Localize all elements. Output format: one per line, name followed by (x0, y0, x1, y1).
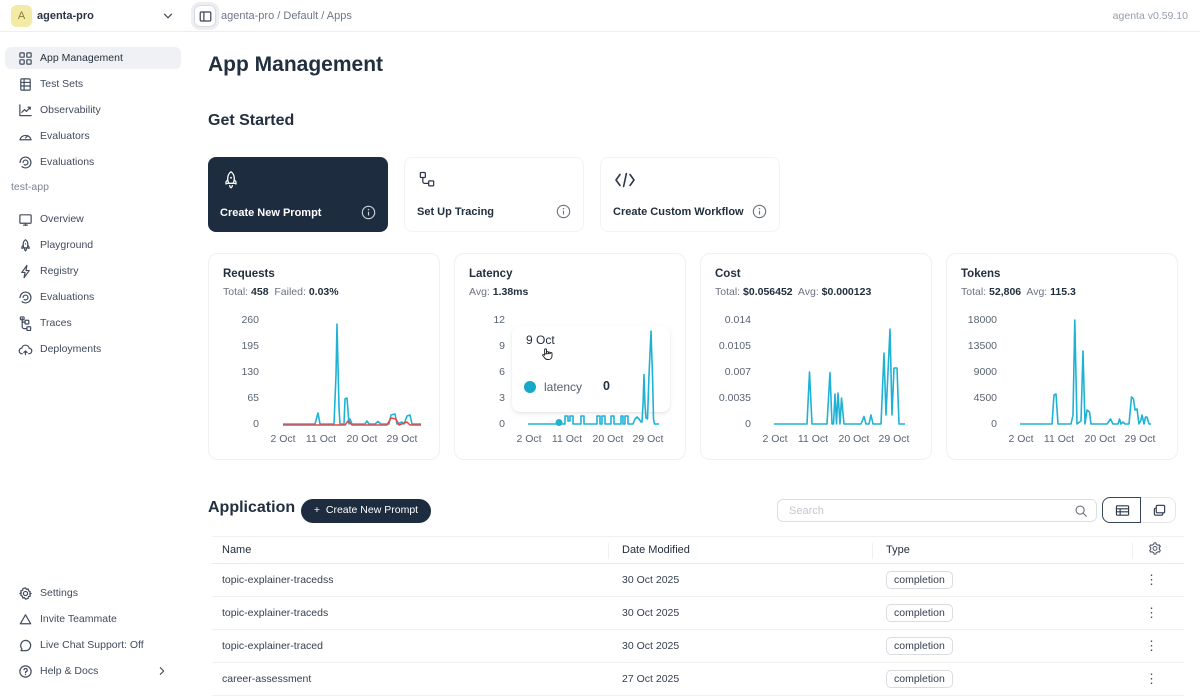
svg-text:20 Oct: 20 Oct (593, 433, 624, 445)
svg-text:11 Oct: 11 Oct (1044, 433, 1074, 445)
svg-text:130: 130 (241, 366, 259, 378)
svg-text:29 Oct: 29 Oct (879, 433, 910, 445)
svg-text:20 Oct: 20 Oct (347, 433, 378, 445)
svg-text:4500: 4500 (974, 392, 998, 404)
svg-text:9000: 9000 (974, 366, 998, 378)
svg-text:0.014: 0.014 (725, 315, 751, 326)
svg-text:260: 260 (241, 315, 259, 326)
svg-text:20 Oct: 20 Oct (839, 433, 870, 445)
svg-text:18000: 18000 (968, 315, 997, 326)
svg-text:29 Oct: 29 Oct (387, 433, 418, 445)
svg-text:195: 195 (241, 340, 259, 352)
svg-text:0: 0 (499, 418, 505, 430)
svg-text:2 Oct: 2 Oct (516, 433, 541, 445)
svg-text:29 Oct: 29 Oct (1125, 433, 1156, 445)
svg-text:0: 0 (745, 418, 751, 430)
svg-text:2 Oct: 2 Oct (762, 433, 787, 445)
svg-text:20 Oct: 20 Oct (1085, 433, 1116, 445)
svg-text:29 Oct: 29 Oct (633, 433, 664, 445)
svg-text:6: 6 (499, 366, 505, 378)
svg-text:0.007: 0.007 (725, 366, 751, 378)
svg-text:11 Oct: 11 Oct (798, 433, 828, 445)
svg-text:65: 65 (247, 392, 259, 404)
svg-text:0: 0 (991, 418, 997, 430)
svg-text:12: 12 (493, 315, 505, 326)
svg-text:9: 9 (499, 340, 505, 352)
svg-text:2 Oct: 2 Oct (270, 433, 295, 445)
svg-text:0.0035: 0.0035 (719, 392, 751, 404)
svg-text:11 Oct: 11 Oct (552, 433, 582, 445)
svg-text:0: 0 (253, 418, 259, 430)
svg-text:0.0105: 0.0105 (719, 340, 751, 352)
svg-text:13500: 13500 (968, 340, 997, 352)
svg-text:11 Oct: 11 Oct (306, 433, 336, 445)
svg-text:3: 3 (499, 392, 505, 404)
svg-text:2 Oct: 2 Oct (1008, 433, 1033, 445)
